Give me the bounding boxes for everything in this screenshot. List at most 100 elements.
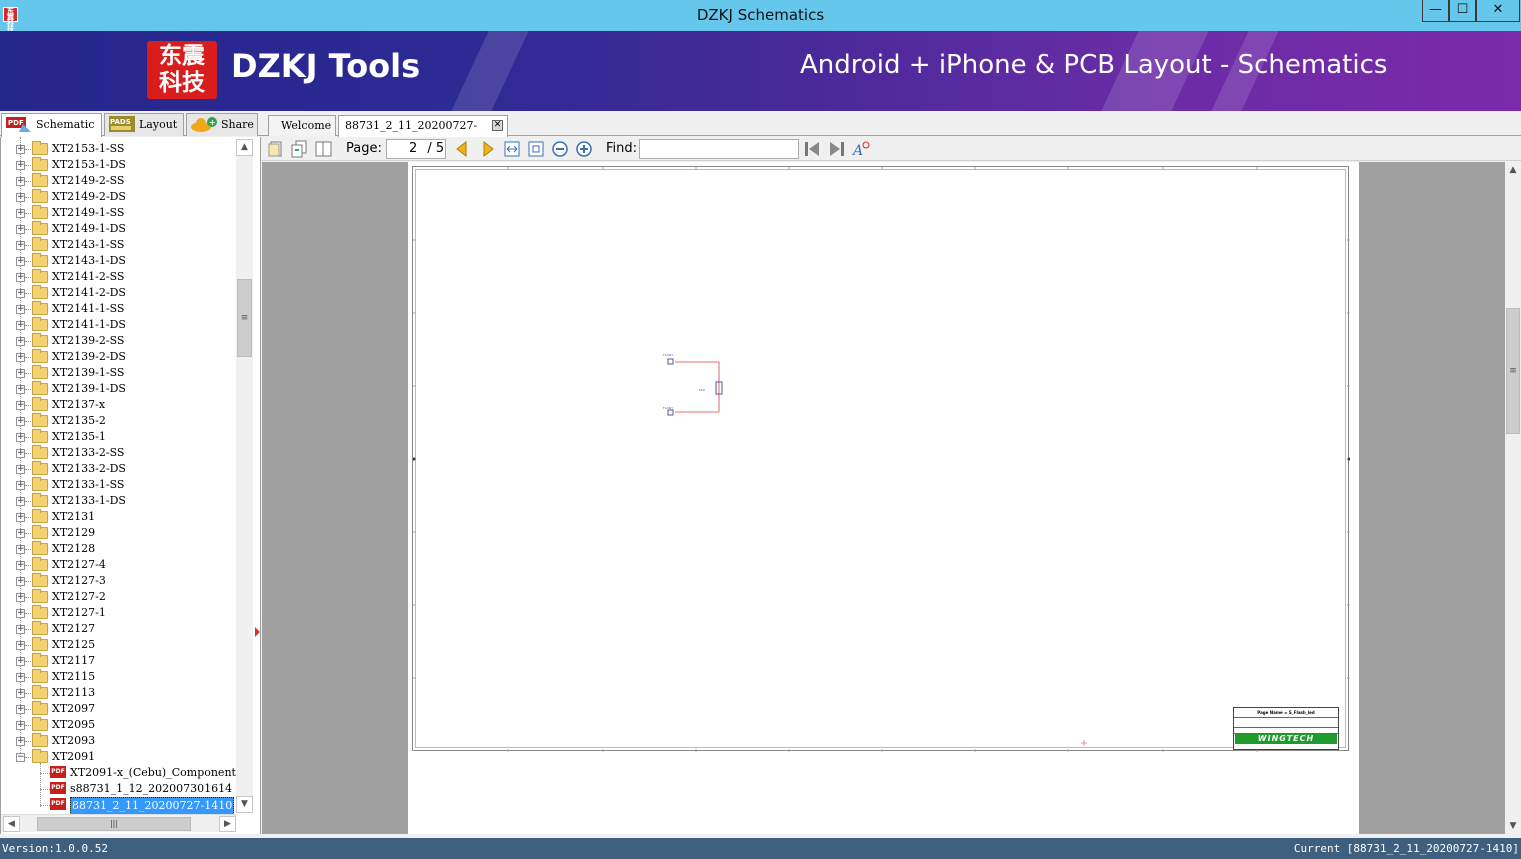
expand-icon[interactable]: + xyxy=(16,177,25,186)
tree-folder[interactable]: + XT2113 xyxy=(1,685,236,701)
zoom-out-icon[interactable] xyxy=(551,140,569,158)
tab-share[interactable]: + Share xyxy=(186,113,258,136)
expand-icon[interactable]: + xyxy=(16,641,25,650)
tree-folder[interactable]: + XT2095 xyxy=(1,717,236,733)
scroll-down-icon[interactable]: ▼ xyxy=(1505,818,1521,834)
scrollbar-thumb[interactable]: ≡ xyxy=(237,279,252,357)
tree-folder[interactable]: + XT2141-1-DS xyxy=(1,317,236,333)
tree-folder[interactable]: + XT2127-4 xyxy=(1,557,236,573)
expand-icon[interactable]: + xyxy=(16,497,25,506)
tree-folder[interactable]: + XT2127 xyxy=(1,621,236,637)
tree-folder[interactable]: + XT2131 xyxy=(1,509,236,525)
expand-icon[interactable]: + xyxy=(16,657,25,666)
expand-icon[interactable]: + xyxy=(16,209,25,218)
tree-folder[interactable]: + XT2097 xyxy=(1,701,236,717)
expand-icon[interactable]: + xyxy=(16,193,25,202)
expand-icon[interactable]: + xyxy=(16,321,25,330)
tree-folder-expanded[interactable]: − XT2091 xyxy=(1,749,236,765)
tab-welcome[interactable]: Welcome xyxy=(268,115,336,136)
tree-folder[interactable]: + XT2149-2-DS xyxy=(1,189,236,205)
expand-icon[interactable]: + xyxy=(16,273,25,282)
expand-icon[interactable]: + xyxy=(16,401,25,410)
tree-folder[interactable]: + XT2128 xyxy=(1,541,236,557)
find-input[interactable] xyxy=(639,139,799,159)
expand-icon[interactable]: + xyxy=(16,225,25,234)
expand-icon[interactable]: + xyxy=(16,465,25,474)
scroll-up-icon[interactable]: ▲ xyxy=(1505,162,1521,178)
previous-page-icon[interactable] xyxy=(453,140,471,158)
expand-icon[interactable]: + xyxy=(16,593,25,602)
tree-folder[interactable]: + XT2115 xyxy=(1,669,236,685)
tree-folder[interactable]: + XT2133-1-DS xyxy=(1,493,236,509)
tree-folder[interactable]: + XT2139-1-DS xyxy=(1,381,236,397)
tree-file[interactable]: PDF 88731_2_11_20200727-1410 xyxy=(1,797,236,814)
expand-icon[interactable]: + xyxy=(16,417,25,426)
expand-icon[interactable]: + xyxy=(16,433,25,442)
tree-folder[interactable]: + XT2133-1-SS xyxy=(1,477,236,493)
expand-icon[interactable]: + xyxy=(16,481,25,490)
continuous-page-icon[interactable] xyxy=(290,140,308,158)
viewer-vertical-scrollbar[interactable]: ▲ ≡ ▼ xyxy=(1505,162,1521,834)
page-number-input[interactable]: 2 / 5 xyxy=(386,139,446,159)
tree-folder[interactable]: + XT2143-1-SS xyxy=(1,237,236,253)
expand-icon[interactable]: + xyxy=(16,609,25,618)
tree-folder[interactable]: + XT2133-2-DS xyxy=(1,461,236,477)
expand-icon[interactable]: + xyxy=(16,241,25,250)
tab-document[interactable]: 88731_2_11_20200727-1410 ✕ xyxy=(338,115,508,151)
tree-folder[interactable]: + XT2137-x xyxy=(1,397,236,413)
expand-icon[interactable]: + xyxy=(16,545,25,554)
expand-icon[interactable]: + xyxy=(16,369,25,378)
fit-width-icon[interactable] xyxy=(503,140,521,158)
tree-folder[interactable]: + XT2141-2-DS xyxy=(1,285,236,301)
scrollbar-thumb[interactable]: ||| xyxy=(37,817,191,831)
minimize-button[interactable]: — xyxy=(1422,0,1449,22)
tree-folder[interactable]: + XT2139-2-SS xyxy=(1,333,236,349)
next-page-icon[interactable] xyxy=(479,140,497,158)
tree-folder[interactable]: + XT2125 xyxy=(1,637,236,653)
tree-folder[interactable]: + XT2117 xyxy=(1,653,236,669)
tree-folder[interactable]: + XT2135-2 xyxy=(1,413,236,429)
tree-folder[interactable]: + XT2139-2-DS xyxy=(1,349,236,365)
expand-icon[interactable]: + xyxy=(16,673,25,682)
tree-folder[interactable]: + XT2149-2-SS xyxy=(1,173,236,189)
document-viewer[interactable]: FLASH FLASH LED Page Name = S_Flash_led … xyxy=(262,162,1505,834)
expand-icon[interactable]: + xyxy=(16,145,25,154)
expand-icon[interactable]: + xyxy=(16,721,25,730)
expand-icon[interactable]: + xyxy=(16,449,25,458)
tree-folder[interactable]: + XT2135-1 xyxy=(1,429,236,445)
expand-icon[interactable]: + xyxy=(16,625,25,634)
tree-vertical-scrollbar[interactable]: ▲ ≡ ▼ xyxy=(236,139,253,813)
scroll-left-icon[interactable]: ◀ xyxy=(3,816,20,832)
expand-icon[interactable]: + xyxy=(16,529,25,538)
expand-icon[interactable]: + xyxy=(16,161,25,170)
single-page-icon[interactable] xyxy=(267,140,285,158)
find-next-icon[interactable] xyxy=(828,140,846,158)
maximize-button[interactable]: ☐ xyxy=(1449,0,1476,22)
find-previous-icon[interactable] xyxy=(803,140,821,158)
collapse-icon[interactable]: − xyxy=(16,753,25,762)
tree-folder[interactable]: + XT2153-1-DS xyxy=(1,157,236,173)
tree-folder[interactable]: + XT2127-3 xyxy=(1,573,236,589)
scroll-right-icon[interactable]: ▶ xyxy=(219,816,236,832)
expand-icon[interactable]: + xyxy=(16,577,25,586)
scroll-up-icon[interactable]: ▲ xyxy=(236,139,253,156)
tree-horizontal-scrollbar[interactable]: ◀ ||| ▶ xyxy=(1,814,236,832)
tree-folder[interactable]: + XT2127-2 xyxy=(1,589,236,605)
tree-folder[interactable]: + XT2139-1-SS xyxy=(1,365,236,381)
expand-icon[interactable]: + xyxy=(16,337,25,346)
tree-folder[interactable]: + XT2149-1-DS xyxy=(1,221,236,237)
tree-folder[interactable]: + XT2149-1-SS xyxy=(1,205,236,221)
close-tab-icon[interactable]: ✕ xyxy=(492,120,503,131)
tab-schematic[interactable]: PDF Schematic xyxy=(1,113,102,137)
tree-folder[interactable]: + XT2141-2-SS xyxy=(1,269,236,285)
fit-page-icon[interactable] xyxy=(527,140,545,158)
scrollbar-thumb[interactable]: ≡ xyxy=(1506,308,1520,434)
zoom-in-icon[interactable] xyxy=(575,140,593,158)
tab-layout[interactable]: PADS Layout xyxy=(104,113,184,136)
facing-pages-icon[interactable] xyxy=(314,140,332,158)
tree-file[interactable]: PDF s88731_1_12_202007301614 xyxy=(1,781,236,797)
close-window-button[interactable]: ✕ xyxy=(1476,0,1520,22)
highlight-text-icon[interactable]: A xyxy=(852,140,870,158)
expand-icon[interactable]: + xyxy=(16,737,25,746)
tree-folder[interactable]: + XT2129 xyxy=(1,525,236,541)
